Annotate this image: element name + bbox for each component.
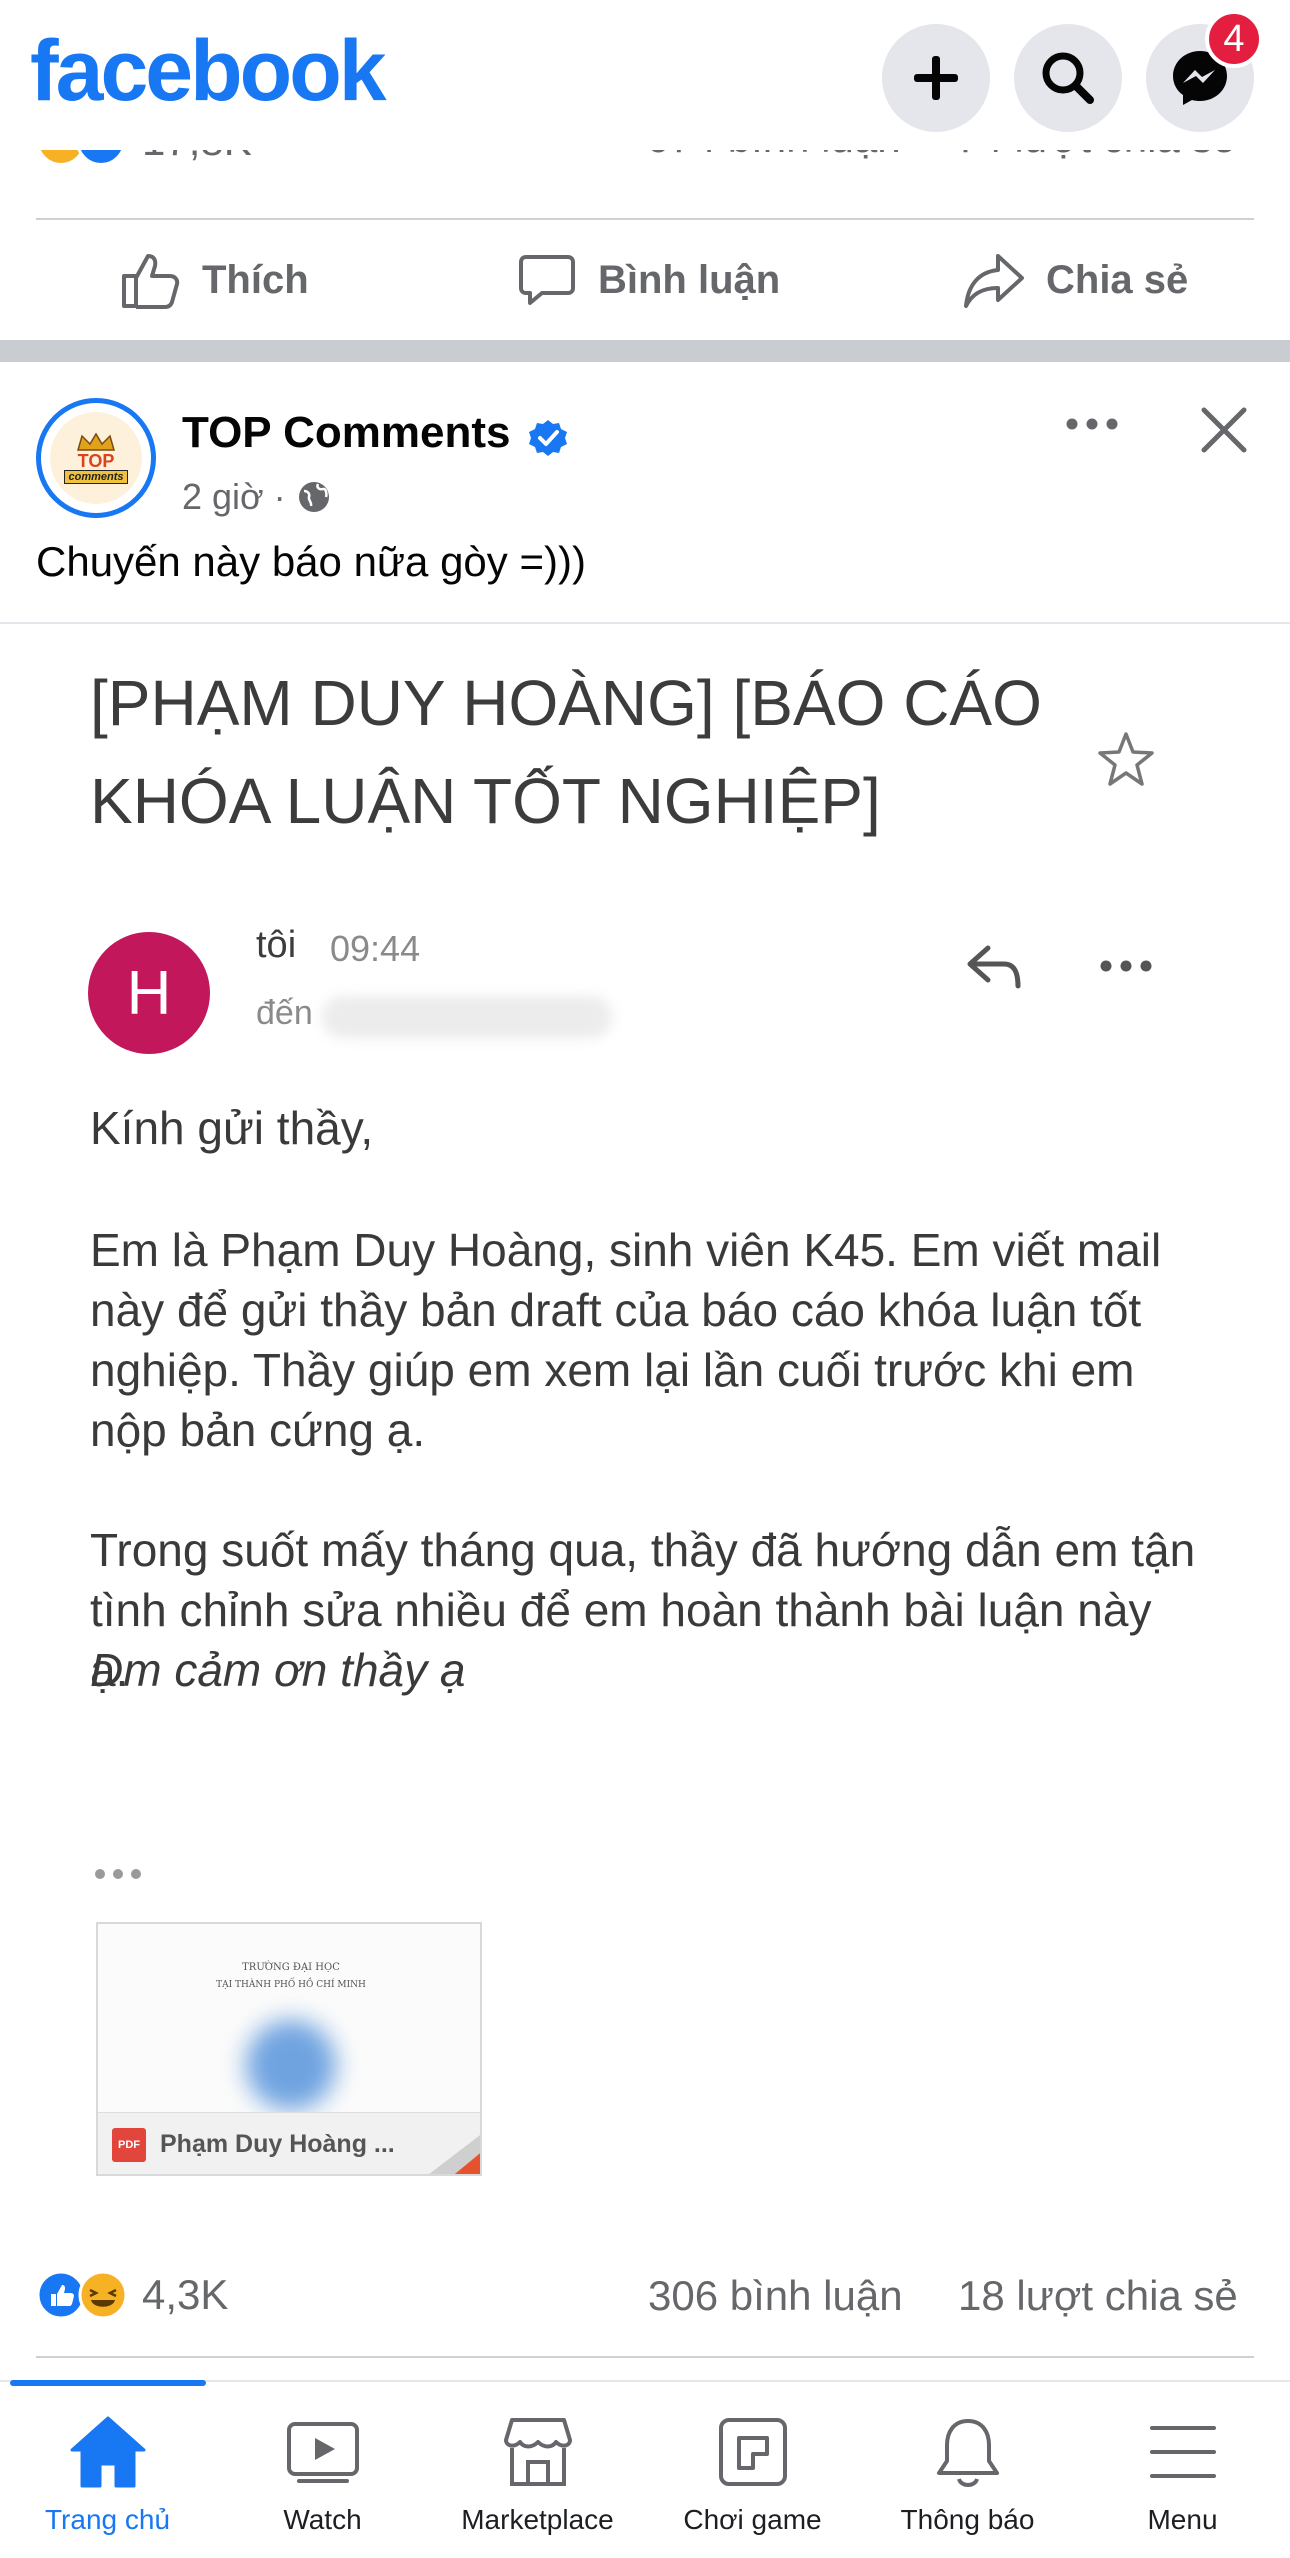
search-icon [1042, 52, 1094, 104]
sent-time: 09:44 [330, 928, 421, 969]
close-icon[interactable] [1198, 404, 1250, 456]
nav-marketplace[interactable]: Marketplace [430, 2382, 645, 2558]
avatar-text: TOP [77, 451, 115, 471]
thumbs-up-icon [122, 254, 180, 309]
notification-badge: 4 [1205, 10, 1263, 68]
trimmed-content-icon [95, 1869, 141, 1879]
attachment-preview-line: TẠI THÀNH PHỐ HỒ CHÍ MINH [216, 1980, 366, 1990]
post-timestamp[interactable]: 2 giờ · [182, 476, 332, 518]
search-button[interactable] [1014, 24, 1122, 132]
divider [36, 218, 1254, 220]
share-count[interactable]: 18 lượt chia sẻ [958, 2272, 1238, 2320]
like-label: Thích [202, 257, 309, 302]
globe-icon [298, 482, 329, 512]
avatar-subtext: comments [64, 470, 128, 484]
post-caption: Chuyến này báo nữa gòy =))) [36, 538, 586, 585]
feed-separator [0, 340, 1290, 362]
blurred-recipient [322, 996, 612, 1038]
star-icon [1098, 732, 1154, 786]
share-icon [964, 254, 1024, 308]
email-subject: [PHẠM DUY HOÀNG] [BÁO CÁO KHÓA LUẬN TỐT … [90, 667, 1042, 837]
share-label: Chia sẻ [1046, 257, 1189, 302]
reply-icon [967, 945, 1021, 989]
watch-icon [286, 2422, 359, 2483]
pdf-icon: PDF [112, 2128, 146, 2162]
time-separator: · [273, 476, 286, 517]
share-button[interactable]: Chia sẻ [962, 245, 1188, 315]
like-button[interactable]: Thích [118, 245, 309, 315]
comment-count[interactable]: 306 bình luận [648, 2272, 903, 2320]
post-time-text: 2 giờ [182, 476, 264, 517]
email-paragraph: Em là Phạm Duy Hoàng, sinh viên K45. Em … [90, 1224, 1162, 1456]
divider [36, 2356, 1254, 2358]
top-header: facebook 4 [0, 0, 1290, 150]
gaming-icon [718, 2418, 787, 2486]
crown-icon [77, 432, 115, 451]
verified-badge-icon [529, 420, 567, 456]
nav-label: Marketplace [461, 2504, 614, 2535]
active-tab-indicator [10, 2380, 206, 2386]
comment-button[interactable]: Bình luận [516, 245, 780, 315]
sender-avatar: H [88, 932, 210, 1054]
nav-home[interactable]: Trang chủ [0, 2382, 215, 2558]
nav-menu[interactable]: Menu [1075, 2382, 1290, 2558]
sender-name: tôi [256, 924, 297, 966]
pdf-attachment: TRƯỜNG ĐẠI HỌC TẠI THÀNH PHỐ HỒ CHÍ MINH… [96, 1922, 482, 2176]
email-closing: Dm cảm ơn thầy ạ [90, 1644, 466, 1696]
comment-icon [519, 255, 575, 305]
reaction-count[interactable]: 4,3K [142, 2271, 228, 2319]
nav-label: Watch [283, 2504, 362, 2535]
nav-gaming[interactable]: Chơi game [645, 2382, 860, 2558]
comment-label: Bình luận [598, 257, 781, 302]
page-avatar[interactable]: TOP comments [36, 398, 156, 518]
bell-icon [936, 2419, 999, 2487]
page-name[interactable]: TOP Comments [182, 408, 510, 458]
file-corner-icon [429, 2135, 480, 2174]
bottom-nav: Trang chủ Watch Marketplace Chơi game Th… [0, 2380, 1290, 2556]
recipient-label: đến [256, 994, 313, 1032]
nav-label: Menu [1147, 2504, 1218, 2535]
haha-reaction-icon [78, 2270, 128, 2320]
email-more-icon [1100, 960, 1152, 972]
blurred-logo [246, 2020, 336, 2110]
more-options-icon[interactable] [1064, 412, 1120, 436]
nav-watch[interactable]: Watch [215, 2382, 430, 2558]
post-image[interactable]: [PHẠM DUY HOÀNG] [BÁO CÁO KHÓA LUẬN TỐT … [0, 622, 1290, 2238]
plus-icon [914, 56, 958, 100]
menu-icon [1149, 2426, 1216, 2478]
nav-label: Trang chủ [44, 2504, 171, 2535]
nav-label: Chơi game [683, 2504, 822, 2535]
attachment-preview-line: TRƯỜNG ĐẠI HỌC [242, 1962, 340, 1973]
home-icon [70, 2416, 145, 2488]
create-button[interactable] [882, 24, 990, 132]
marketplace-icon [503, 2418, 572, 2486]
nav-notifications[interactable]: Thông báo [860, 2382, 1075, 2558]
email-greeting: Kính gửi thầy, [90, 1102, 374, 1154]
nav-label: Thông báo [900, 2504, 1035, 2535]
attachment-filename: Phạm Duy Hoàng ... [160, 2130, 395, 2158]
post-stats: 4,3K 306 bình luận 18 lượt chia sẻ [0, 2238, 1290, 2358]
facebook-logo[interactable]: facebook [30, 22, 387, 121]
